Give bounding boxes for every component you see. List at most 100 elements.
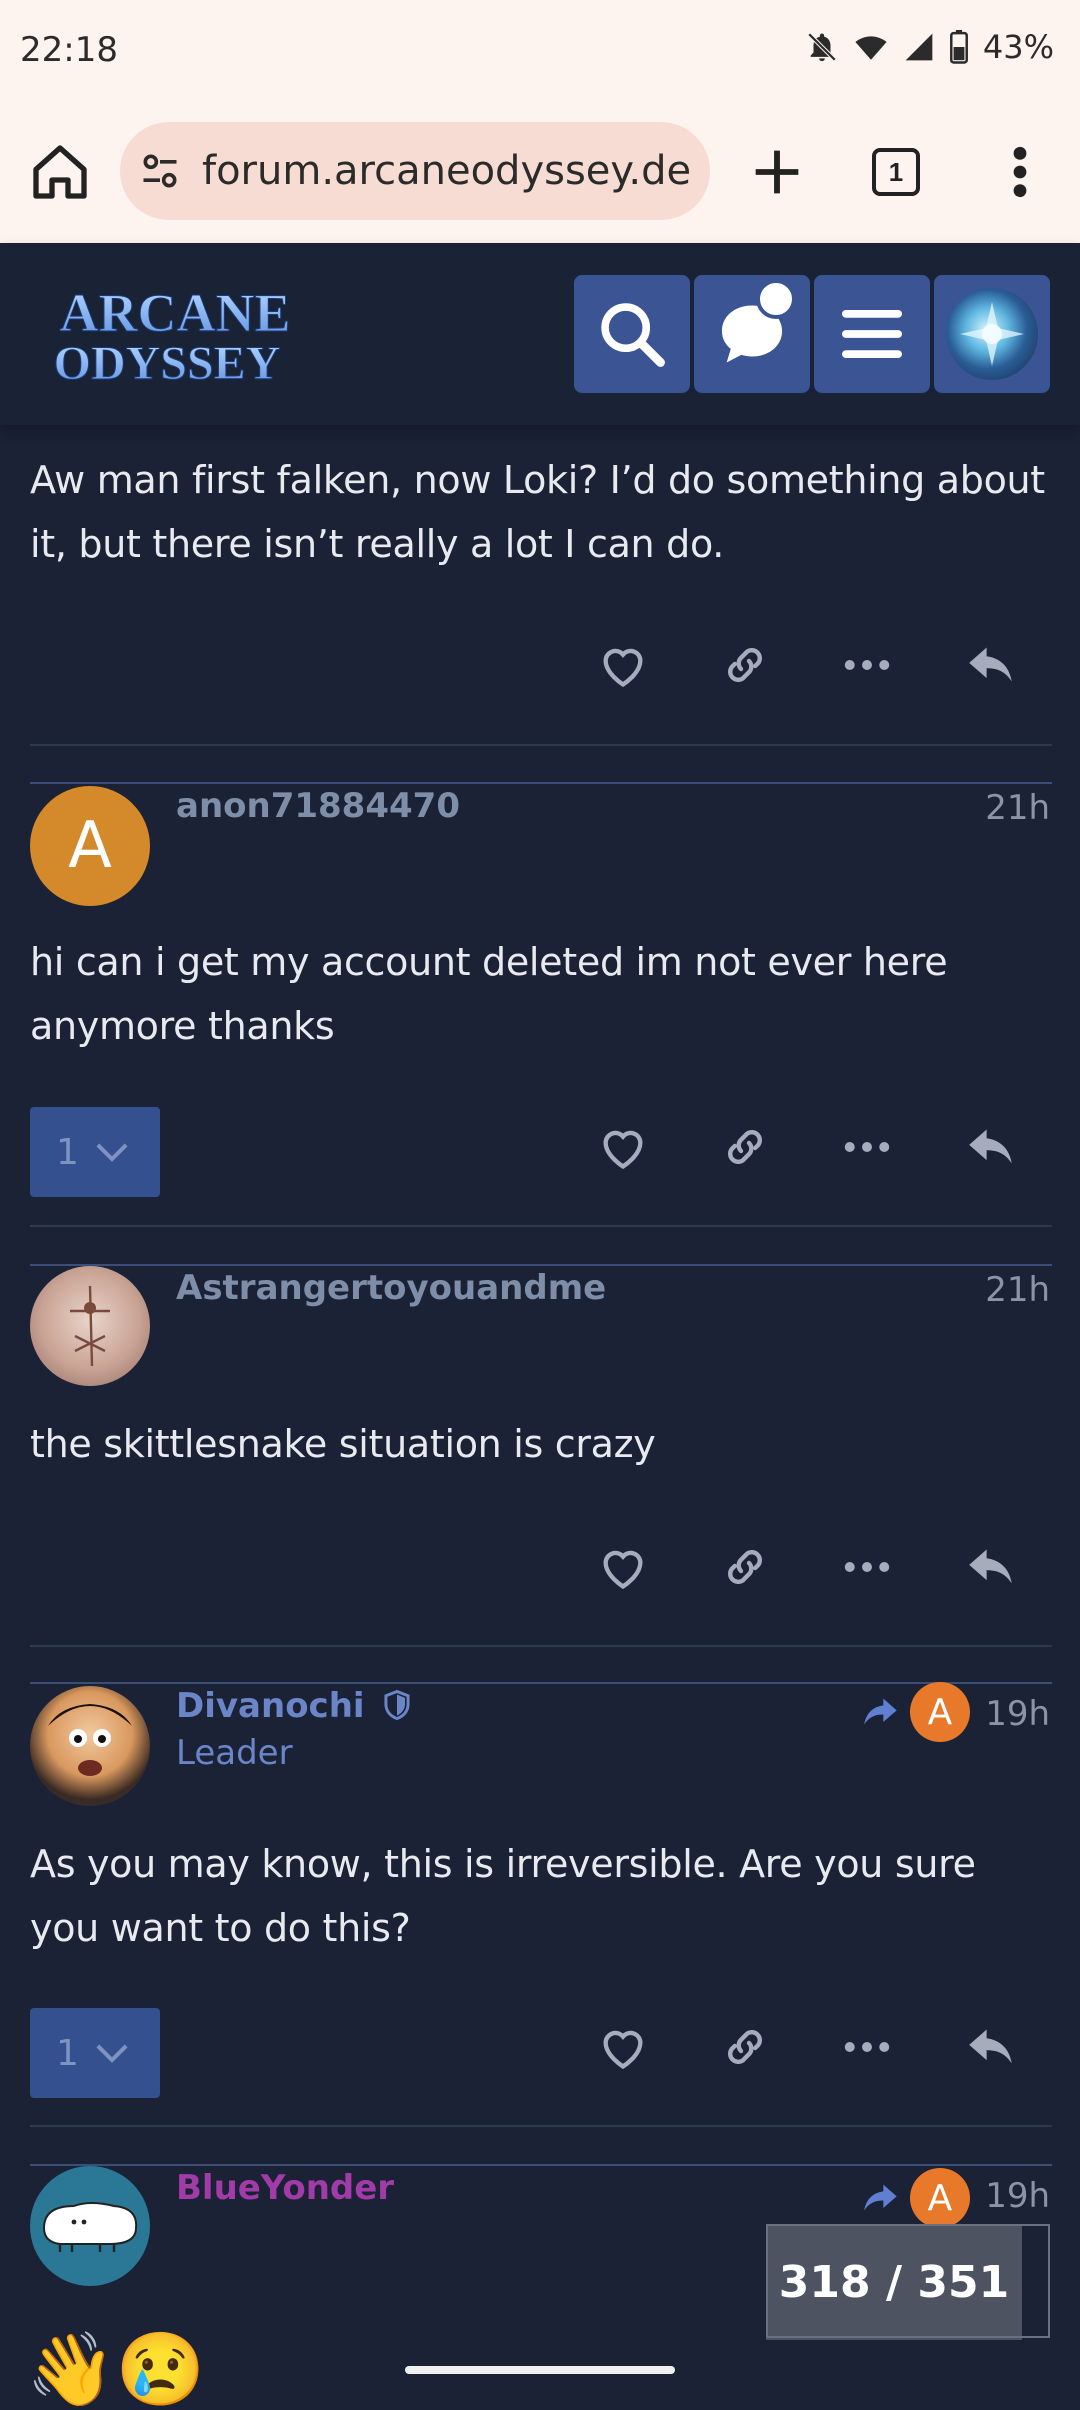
browser-menu-button[interactable] — [1000, 140, 1040, 204]
avatar[interactable] — [30, 1266, 150, 1386]
reply-button[interactable] — [956, 630, 1026, 700]
share-link-button[interactable] — [710, 630, 780, 700]
reply-arrow-icon — [864, 1698, 897, 1725]
url-bar[interactable]: forum.arcaneodyssey.dev/t — [120, 122, 710, 220]
more-vert-icon — [1013, 146, 1027, 198]
reply-icon — [969, 1129, 1012, 1164]
post-actions — [0, 2012, 1080, 2092]
post-body: the skittlesnake situation is crazy — [30, 1422, 656, 1466]
status-icons: 43% — [805, 28, 1054, 66]
menu-button[interactable] — [814, 275, 930, 393]
post-username[interactable]: Divanochi — [176, 1686, 412, 1726]
reply-arrow-icon — [864, 2184, 897, 2211]
more-actions-button[interactable] — [832, 1112, 902, 1182]
post-username[interactable]: Astrangertoyouandme — [176, 1268, 606, 1308]
reply-to-avatar: A — [910, 1682, 970, 1742]
gesture-nav-handle[interactable] — [405, 2366, 675, 2374]
link-icon — [728, 648, 762, 682]
reply-icon — [969, 647, 1012, 682]
status-bar: 22:18 43% — [0, 0, 1080, 100]
heart-icon — [603, 1130, 643, 1170]
link-icon — [728, 1130, 762, 1164]
new-tab-button[interactable] — [745, 140, 809, 204]
search-icon — [601, 303, 665, 367]
post-body: Aw man first falken, now Loki? I’d do so… — [30, 458, 1045, 566]
heart-icon — [603, 648, 643, 688]
post-divider — [30, 1645, 1052, 1647]
like-button[interactable] — [588, 1112, 658, 1182]
ellipsis-icon — [844, 660, 890, 670]
post-time[interactable]: 21h — [985, 1270, 1050, 1310]
avatar[interactable]: A — [30, 786, 150, 906]
post-divider — [30, 2125, 1052, 2127]
more-actions-button[interactable] — [832, 630, 902, 700]
hamburger-icon — [842, 310, 902, 358]
link-icon — [728, 2030, 762, 2064]
post-username[interactable]: BlueYonder — [176, 2168, 394, 2208]
avatar[interactable] — [30, 1686, 150, 1806]
more-actions-button[interactable] — [832, 1532, 902, 1602]
post-actions — [0, 1112, 1080, 1192]
heart-icon — [603, 2030, 643, 2070]
url-text: forum.arcaneodyssey.dev/t — [202, 148, 692, 194]
like-button[interactable] — [588, 1532, 658, 1602]
topic-progress[interactable]: 318 / 351 — [766, 2224, 1052, 2340]
search-button[interactable] — [574, 275, 690, 393]
user-title: Leader — [176, 1733, 293, 1773]
post-divider — [30, 744, 1052, 746]
reply-to-indicator[interactable]: A — [860, 1682, 970, 1742]
like-button[interactable] — [588, 2012, 658, 2082]
post-time[interactable]: 19h — [985, 1694, 1050, 1734]
post-body: 👋😢 — [26, 2330, 206, 2410]
share-link-button[interactable] — [710, 1532, 780, 1602]
user-avatar-button[interactable] — [934, 275, 1050, 393]
heart-icon — [603, 1550, 643, 1590]
progress-frame — [766, 2224, 1050, 2338]
avatar-letter: A — [68, 809, 112, 883]
reply-to-avatar: A — [910, 2168, 970, 2228]
signal-icon — [905, 33, 933, 61]
username-text: Divanochi — [176, 1686, 365, 1726]
battery-percent: 43% — [982, 28, 1054, 66]
more-actions-button[interactable] — [832, 2012, 902, 2082]
plus-icon — [755, 150, 799, 194]
post-username[interactable]: anon71884470 — [176, 786, 460, 826]
ellipsis-icon — [844, 2042, 890, 2052]
like-button[interactable] — [588, 630, 658, 700]
mute-icon — [807, 32, 837, 62]
arcane-odyssey-logo[interactable]: ARCANE ODYSSEY — [30, 285, 320, 385]
forum-header: ARCANE ODYSSEY — [0, 243, 1080, 425]
ellipsis-icon — [844, 1142, 890, 1152]
avatar[interactable] — [30, 2166, 150, 2286]
home-button[interactable] — [28, 140, 92, 204]
share-link-button[interactable] — [710, 1112, 780, 1182]
tab-switcher-button[interactable]: 1 — [868, 144, 924, 200]
reply-to-indicator[interactable]: A — [860, 2168, 970, 2228]
home-icon — [33, 145, 87, 199]
reply-button[interactable] — [956, 2012, 1026, 2082]
reply-button[interactable] — [956, 1532, 1026, 1602]
reply-button[interactable] — [956, 1112, 1026, 1182]
post-time[interactable]: 19h — [985, 2176, 1050, 2216]
post-actions — [0, 630, 1080, 710]
reply-icon — [969, 2029, 1012, 2064]
post-time[interactable]: 21h — [985, 788, 1050, 828]
logo-line1: ARCANE — [59, 285, 290, 343]
reply-icon — [969, 1549, 1012, 1584]
post-topline — [30, 782, 1052, 784]
shield-icon — [384, 1689, 410, 1721]
post-divider — [30, 1225, 1052, 1227]
battery-icon — [949, 30, 968, 64]
post-body: hi can i get my account deleted im not e… — [30, 940, 948, 1048]
user-avatar — [946, 288, 1038, 380]
chat-button[interactable] — [694, 275, 810, 393]
site-settings-icon[interactable] — [138, 149, 182, 193]
post-topline — [30, 1264, 1052, 1266]
logo-line2: ODYSSEY — [54, 337, 281, 385]
ellipsis-icon — [844, 1562, 890, 1572]
link-icon — [728, 1550, 762, 1584]
share-link-button[interactable] — [710, 2012, 780, 2082]
tab-count: 1 — [888, 156, 904, 187]
wifi-icon — [855, 36, 887, 60]
post-actions — [0, 1532, 1080, 1612]
